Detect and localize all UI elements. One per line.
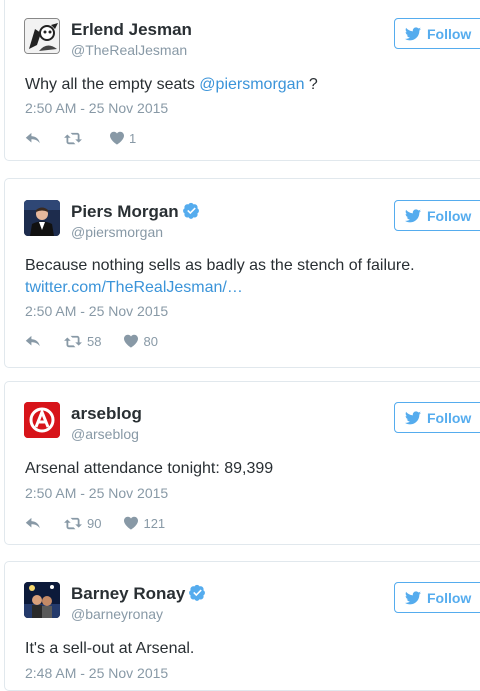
stage-photo-avatar[interactable] [24, 582, 60, 618]
like-button[interactable]: 1 [109, 131, 136, 146]
follow-label: Follow [427, 25, 472, 42]
tweet-link-line: twitter.com/TheRealJesman/… [25, 277, 475, 298]
retweet-button[interactable] [63, 132, 87, 145]
tweet-link[interactable]: twitter.com/TheRealJesman/… [25, 279, 243, 296]
retweet-button[interactable]: 90 [63, 516, 101, 531]
user-handle[interactable]: @piersmorgan [71, 224, 163, 240]
display-name[interactable]: Piers Morgan [71, 202, 200, 222]
tweet-actions: 1 [25, 129, 158, 147]
twitter-bird-icon [405, 27, 421, 41]
tweet-text: It's a sell-out at Arsenal. [25, 640, 195, 657]
retweet-count: 90 [87, 515, 102, 531]
tweet-card: arseblog @arseblog Follow Arsenal attend… [4, 381, 480, 545]
reply-button[interactable] [25, 335, 41, 348]
reply-icon [25, 335, 41, 348]
retweet-icon [63, 517, 83, 530]
follow-button[interactable]: Follow [394, 18, 480, 49]
tweet-actions: 90 121 [25, 514, 187, 532]
verified-badge-icon [189, 584, 206, 601]
tweet-timestamp[interactable]: 2:48 AM - 25 Nov 2015 [25, 665, 168, 681]
display-name-text: Piers Morgan [71, 202, 179, 221]
tweet-text: Because nothing sells as badly as the st… [25, 257, 415, 274]
twitter-bird-icon [405, 591, 421, 605]
tweet-card: Barney Ronay @barneyronay Follow It's a … [4, 561, 480, 691]
red-a-logo-avatar[interactable] [24, 402, 60, 438]
user-handle[interactable]: @TheRealJesman [71, 42, 187, 58]
like-count: 1 [129, 130, 137, 146]
retweet-icon [63, 335, 83, 348]
tweet-text: Why all the empty seats @piersmorgan ? [25, 74, 475, 95]
follow-button[interactable]: Follow [394, 200, 480, 231]
bw-cartoon-avatar[interactable] [24, 18, 60, 54]
tweet-text: Arsenal attendance tonight: 89,399 [25, 460, 274, 477]
user-handle[interactable]: @arseblog [71, 426, 139, 442]
display-name[interactable]: arseblog [71, 404, 142, 424]
reply-button[interactable] [25, 132, 41, 145]
like-button[interactable]: 121 [123, 516, 165, 531]
tweet-text-part: ? [304, 76, 318, 93]
tweet-timestamp[interactable]: 2:50 AM - 25 Nov 2015 [25, 303, 168, 319]
like-button[interactable]: 80 [123, 333, 158, 349]
reply-button[interactable] [25, 517, 41, 530]
display-name[interactable]: Erlend Jesman [71, 20, 192, 40]
follow-label: Follow [427, 207, 472, 224]
follow-label: Follow [427, 589, 472, 606]
suit-portrait-avatar[interactable] [24, 200, 60, 236]
display-name-text: Barney Ronay [71, 584, 186, 603]
heart-icon [123, 516, 139, 530]
tweet-text-part: Why all the empty seats [25, 76, 200, 93]
follow-label: Follow [427, 409, 472, 426]
display-name[interactable]: Barney Ronay [71, 584, 206, 604]
tweet-card: Piers Morgan @piersmorgan Follow Because… [4, 178, 480, 368]
retweet-button[interactable]: 58 [63, 334, 101, 349]
twitter-bird-icon [405, 411, 421, 425]
tweet-timestamp[interactable]: 2:50 AM - 25 Nov 2015 [25, 100, 168, 116]
tweet-card: Erlend Jesman @TheRealJesman Follow Why … [4, 0, 480, 161]
reply-icon [25, 132, 41, 145]
like-count: 80 [143, 333, 158, 349]
reply-icon [25, 517, 41, 530]
tweet-timestamp[interactable]: 2:50 AM - 25 Nov 2015 [25, 485, 168, 501]
retweet-count: 58 [87, 333, 102, 349]
heart-icon [123, 334, 139, 348]
follow-button[interactable]: Follow [394, 402, 480, 433]
retweet-icon [63, 132, 83, 145]
user-handle[interactable]: @barneyronay [71, 606, 163, 622]
tweet-actions: 58 80 [25, 332, 180, 350]
heart-icon [109, 131, 125, 145]
mention-link[interactable]: @piersmorgan [199, 76, 304, 93]
verified-badge-icon [183, 202, 200, 219]
like-count: 121 [143, 515, 166, 531]
twitter-bird-icon [405, 209, 421, 223]
follow-button[interactable]: Follow [394, 582, 480, 613]
